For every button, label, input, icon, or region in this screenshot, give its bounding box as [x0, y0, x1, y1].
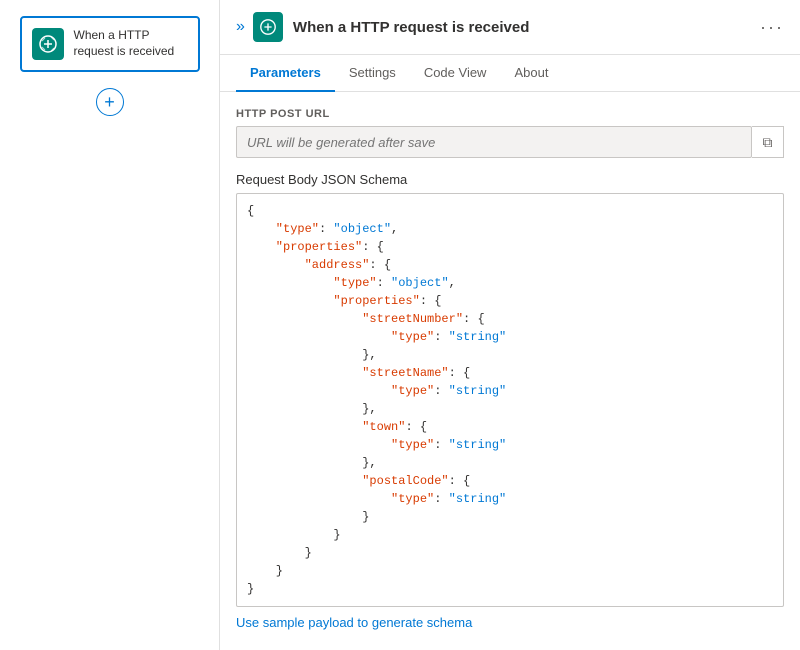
json-line-16: "type": "string" — [247, 490, 773, 508]
json-line-18: } — [247, 526, 773, 544]
json-line-21: } — [247, 580, 773, 598]
tab-parameters[interactable]: Parameters — [236, 55, 335, 92]
json-line-19: } — [247, 544, 773, 562]
json-line-11: }, — [247, 400, 773, 418]
panel-title: When a HTTP request is received — [293, 19, 760, 36]
tab-settings[interactable]: Settings — [335, 55, 410, 92]
copy-icon: ⧉ — [763, 134, 773, 151]
trigger-card[interactable]: When a HTTP request is received — [20, 16, 200, 72]
tab-code-view[interactable]: Code View — [410, 55, 501, 92]
tabs: Parameters Settings Code View About — [220, 55, 800, 92]
copy-url-button[interactable]: ⧉ — [752, 126, 784, 158]
json-line-15: "postalCode": { — [247, 472, 773, 490]
json-line-8: }, — [247, 346, 773, 364]
panel-header: » When a HTTP request is received ··· — [220, 0, 800, 55]
tab-about[interactable]: About — [500, 55, 562, 92]
panel-http-icon — [259, 18, 277, 36]
json-line-3: "address": { — [247, 256, 773, 274]
json-line-10: "type": "string" — [247, 382, 773, 400]
plus-icon: + — [104, 93, 115, 111]
http-request-icon — [38, 34, 58, 54]
trigger-card-icon — [32, 28, 64, 60]
add-step-button[interactable]: + — [96, 88, 124, 116]
main-panel: » When a HTTP request is received ··· Pa… — [220, 0, 800, 650]
more-options-button[interactable]: ··· — [760, 17, 784, 38]
http-post-url-input[interactable] — [236, 126, 752, 158]
panel-content: HTTP POST URL ⧉ Request Body JSON Schema… — [220, 92, 800, 650]
http-post-url-label: HTTP POST URL — [236, 108, 784, 120]
url-field-row: ⧉ — [236, 126, 784, 158]
json-editor[interactable]: { "type": "object", "properties": { "add… — [236, 193, 784, 607]
sidebar: When a HTTP request is received + — [0, 0, 220, 650]
json-line-5: "properties": { — [247, 292, 773, 310]
json-line-7: "type": "string" — [247, 328, 773, 346]
json-line-4: "type": "object", — [247, 274, 773, 292]
json-line-17: } — [247, 508, 773, 526]
json-line-1: "type": "object", — [247, 220, 773, 238]
json-line-0: { — [247, 202, 773, 220]
json-line-6: "streetNumber": { — [247, 310, 773, 328]
json-line-13: "type": "string" — [247, 436, 773, 454]
json-line-12: "town": { — [247, 418, 773, 436]
json-line-20: } — [247, 562, 773, 580]
request-body-label: Request Body JSON Schema — [236, 172, 784, 187]
json-line-2: "properties": { — [247, 238, 773, 256]
json-line-14: }, — [247, 454, 773, 472]
json-line-9: "streetName": { — [247, 364, 773, 382]
panel-header-icon — [253, 12, 283, 42]
sample-payload-link[interactable]: Use sample payload to generate schema — [236, 615, 472, 630]
expand-icon[interactable]: » — [236, 18, 245, 36]
trigger-card-label: When a HTTP request is received — [74, 28, 188, 59]
